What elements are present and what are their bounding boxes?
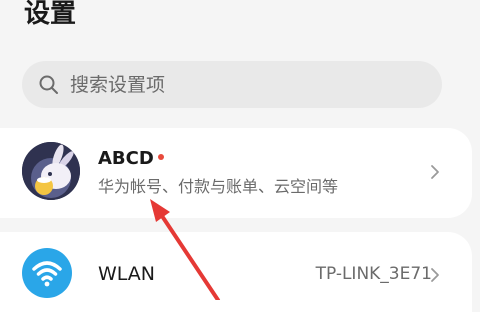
search-input[interactable]: 搜索设置项	[22, 61, 442, 108]
notification-dot	[158, 154, 164, 160]
avatar-rabbit-icon	[22, 142, 80, 200]
page-title: 设置	[24, 0, 77, 29]
account-name: ABCD	[98, 148, 154, 169]
search-icon	[39, 75, 58, 94]
wlan-title: WLAN	[98, 263, 156, 285]
chevron-right-icon	[431, 165, 439, 179]
account-card[interactable]: ABCD 华为帐号、付款与账单、云空间等	[0, 128, 472, 218]
wlan-row[interactable]: WLAN TP-LINK_3E71	[0, 232, 472, 312]
wlan-network-name: TP-LINK_3E71	[315, 264, 432, 284]
search-placeholder: 搜索设置项	[70, 74, 166, 96]
chevron-right-icon	[431, 268, 439, 282]
avatar	[22, 142, 80, 200]
wifi-icon	[22, 248, 72, 298]
account-subtitle: 华为帐号、付款与账单、云空间等	[98, 177, 339, 196]
